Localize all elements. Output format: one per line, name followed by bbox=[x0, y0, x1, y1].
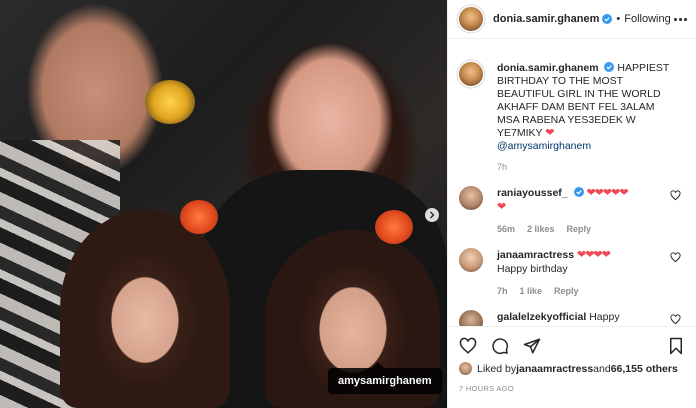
comments-list[interactable]: donia.samir.ghanem HAPPIEST BIRTHDAY TO … bbox=[448, 40, 696, 326]
verified-badge-icon bbox=[573, 187, 584, 197]
likes-others[interactable]: 66,155 others bbox=[611, 363, 678, 375]
heart-emoji: ❤ bbox=[545, 127, 554, 139]
likes-user[interactable]: janaamractress bbox=[516, 363, 593, 375]
comment-meta: 56m 2 likes Reply bbox=[497, 222, 657, 236]
comment-username[interactable]: janaamractress bbox=[497, 249, 574, 261]
likes-middle: and bbox=[593, 362, 611, 375]
avatar[interactable] bbox=[459, 62, 483, 86]
photo-flower bbox=[180, 200, 218, 234]
heart-outline-icon[interactable] bbox=[670, 252, 681, 263]
comment-item: raniayoussef_ ❤❤❤❤❤ ❤ 56m 2 likes Reply bbox=[459, 186, 687, 236]
header-username[interactable]: donia.samir.ghanem bbox=[493, 13, 599, 25]
photo-flower bbox=[375, 210, 413, 244]
post-photo[interactable]: amysamirghanem bbox=[0, 0, 447, 408]
posted-time[interactable]: 7 HOURS AGO bbox=[459, 384, 514, 393]
next-photo-button[interactable] bbox=[425, 208, 439, 222]
post-caption: donia.samir.ghanem HAPPIEST BIRTHDAY TO … bbox=[459, 62, 687, 174]
likes-prefix: Liked by bbox=[477, 362, 517, 375]
caption-username[interactable]: donia.samir.ghanem bbox=[497, 62, 599, 74]
caption-mention[interactable]: @amysamirghanem bbox=[497, 140, 591, 152]
post-actions bbox=[448, 326, 696, 364]
comment-likes[interactable]: 1 like bbox=[520, 284, 543, 298]
verified-badge-icon bbox=[602, 14, 613, 24]
instagram-post: amysamirghanem donia.samir.ghanem • Foll… bbox=[0, 0, 696, 408]
share-icon[interactable] bbox=[523, 337, 541, 355]
likes-summary: Liked by janaamractress and 66,155 other… bbox=[459, 362, 687, 375]
avatar[interactable] bbox=[459, 310, 483, 326]
comment-text: ❤❤❤❤❤ bbox=[586, 187, 628, 199]
user-tag-label: amysamirghanem bbox=[338, 375, 432, 387]
photo-figure-child-left bbox=[60, 210, 230, 408]
comment-text-line2: Happy birthday bbox=[497, 263, 568, 275]
comment-time[interactable]: 7h bbox=[497, 284, 508, 298]
comment-item: janaamractress ❤❤❤❤ Happy birthday 7h 1 … bbox=[459, 248, 687, 298]
comment-icon[interactable] bbox=[491, 337, 509, 355]
reply-button[interactable]: Reply bbox=[567, 222, 592, 236]
caption-time[interactable]: 7h bbox=[497, 161, 677, 174]
photo-flower bbox=[145, 80, 195, 124]
bookmark-icon[interactable] bbox=[667, 337, 685, 355]
comment-likes[interactable]: 2 likes bbox=[527, 222, 555, 236]
comment-text: Happy bbox=[589, 311, 620, 323]
following-button[interactable]: Following bbox=[624, 13, 670, 25]
post-side-panel: donia.samir.ghanem • Following donia.sam… bbox=[447, 0, 696, 408]
comment-username[interactable]: raniayoussef_ bbox=[497, 187, 568, 199]
verified-badge-icon bbox=[604, 62, 615, 72]
heart-outline-icon[interactable] bbox=[670, 314, 681, 325]
avatar[interactable] bbox=[459, 362, 472, 375]
avatar[interactable] bbox=[459, 248, 483, 272]
comment-text-line2: ❤ bbox=[497, 201, 506, 213]
caption-line2: AKHAFF DAM BENT FEL 3ALAM MSA RABENA YES… bbox=[497, 101, 655, 139]
comment-time[interactable]: 56m bbox=[497, 222, 515, 236]
avatar[interactable] bbox=[459, 186, 483, 210]
post-header: donia.samir.ghanem • Following bbox=[448, 0, 696, 39]
comment-meta: 7h 1 like Reply bbox=[497, 284, 657, 298]
comment-username[interactable]: galalelzekyofficial bbox=[497, 311, 586, 323]
user-tag[interactable]: amysamirghanem bbox=[328, 362, 442, 394]
chevron-right-icon bbox=[430, 211, 435, 219]
reply-button[interactable]: Reply bbox=[554, 284, 579, 298]
heart-outline-icon[interactable] bbox=[670, 190, 681, 201]
caption-text: donia.samir.ghanem HAPPIEST BIRTHDAY TO … bbox=[497, 62, 677, 174]
comment-item: galalelzekyofficial Happy bbox=[459, 310, 687, 326]
like-heart-icon[interactable] bbox=[459, 337, 477, 355]
comment-text: ❤❤❤❤ bbox=[576, 249, 611, 261]
separator: • bbox=[616, 13, 621, 25]
more-options-icon[interactable] bbox=[674, 17, 687, 21]
avatar[interactable] bbox=[459, 7, 483, 31]
